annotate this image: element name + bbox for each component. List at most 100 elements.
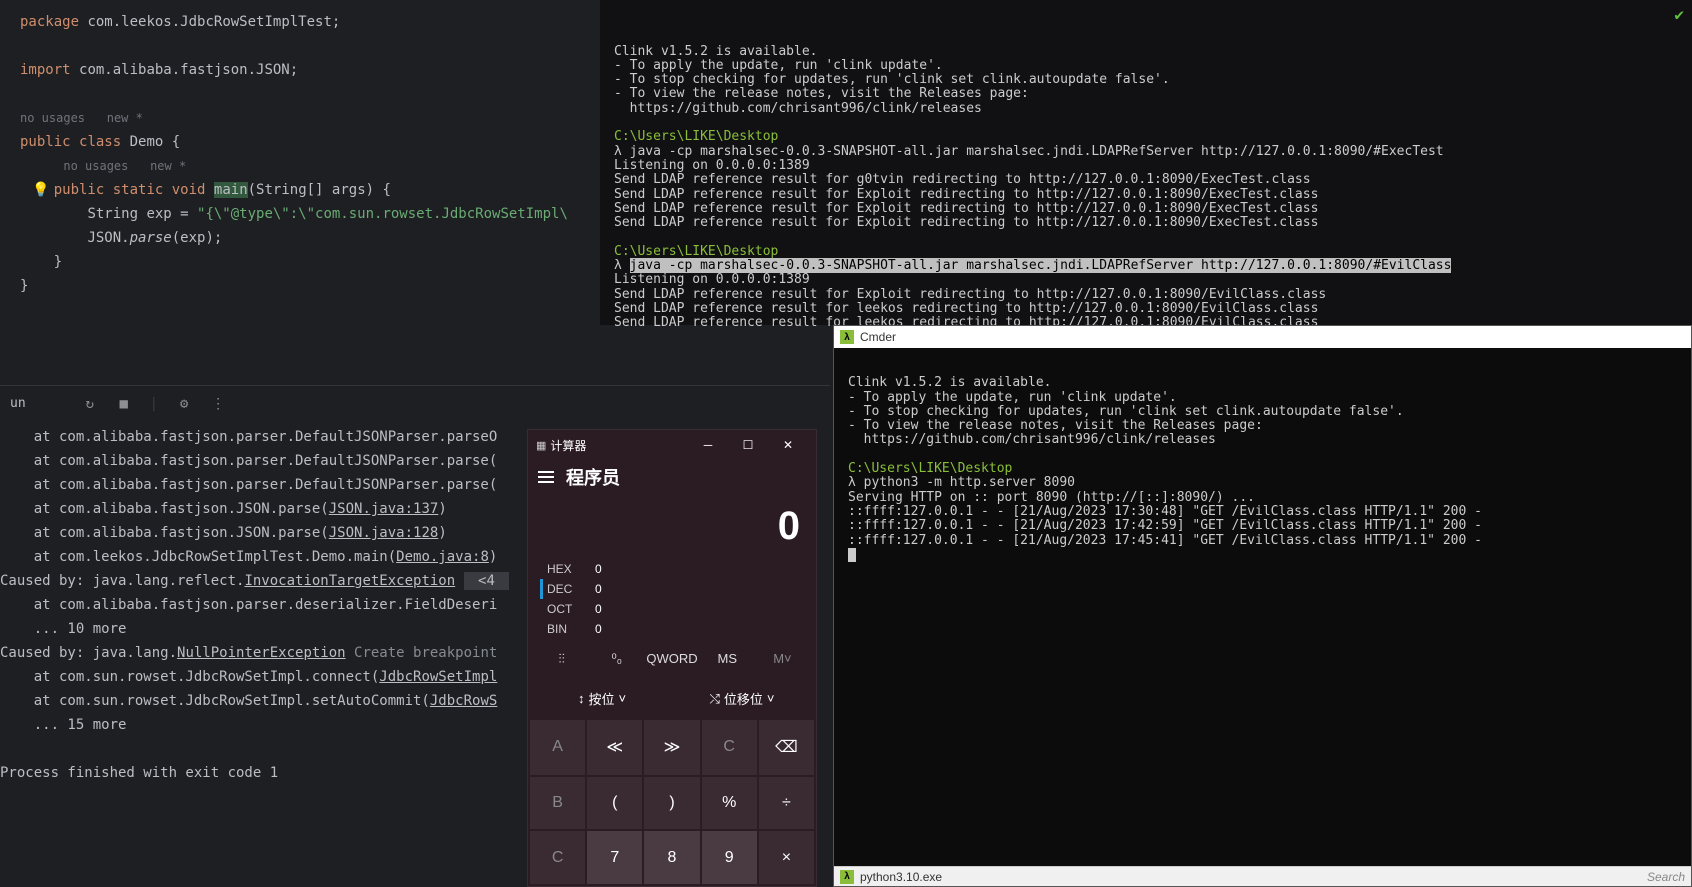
calc-key-([interactable]: (: [587, 777, 642, 830]
term-output: Listening on 0.0.0.0:1389: [614, 272, 810, 287]
settings-icon[interactable]: ⚙: [176, 396, 192, 412]
bit-toggle-icon[interactable]: ⁰₀: [591, 645, 642, 673]
run-tab-label[interactable]: un: [10, 392, 26, 416]
memory-dropdown-button[interactable]: M˅: [757, 645, 808, 673]
ide-code-editor[interactable]: package com.leekos.JdbcRowSetImplTest; i…: [0, 0, 600, 385]
kw: class: [79, 134, 121, 150]
args: (String[] args) {: [248, 182, 391, 198]
stop-icon[interactable]: ■: [116, 396, 132, 412]
cmder-titlebar[interactable]: λ Cmder: [834, 326, 1691, 348]
radix-label: DEC: [547, 582, 579, 596]
calc-key-≫[interactable]: ≫: [644, 720, 699, 775]
cmder-window: λ Cmder Clink v1.5.2 is available. - To …: [833, 325, 1692, 887]
class-name: Demo: [130, 134, 164, 150]
menu-icon[interactable]: [538, 471, 554, 483]
console-toolbar: un ↻ ■ | ⚙ ⋮: [0, 385, 830, 421]
kw: static: [113, 182, 164, 198]
calc-key-)[interactable]: ): [644, 777, 699, 830]
calc-key-9[interactable]: 9: [702, 831, 757, 884]
lambda-prompt: λ: [614, 258, 630, 273]
bitwise-dropdown[interactable]: ↕ 按位 ˅: [536, 683, 668, 714]
intention-bulb-icon[interactable]: 💡: [32, 178, 49, 202]
fold-badge[interactable]: <4: [464, 572, 510, 590]
calc-key-%[interactable]: %: [702, 777, 757, 830]
calc-titlebar[interactable]: ▦计算器 ─ ☐ ✕: [528, 430, 816, 460]
calc-display: 0: [528, 494, 816, 559]
string-literal: "{\"@type\":\"com.sun.rowset.JdbcRowSetI…: [197, 206, 568, 222]
source-link[interactable]: JdbcRowSetImpl: [379, 669, 497, 685]
term-prompt-path: C:\Users\LIKE\Desktop: [614, 129, 778, 144]
source-link[interactable]: JSON.java:137: [329, 501, 439, 517]
radix-row-bin[interactable]: BIN0: [540, 619, 804, 639]
method-main: main: [214, 182, 248, 198]
decl: String exp =: [87, 206, 197, 222]
term-line: https://github.com/chrisant996/clink/rel…: [614, 101, 982, 116]
term-line: - To stop checking for updates, run 'cli…: [614, 72, 1170, 87]
no-usages-hint: no usages: [63, 159, 128, 173]
keyword-package: package: [20, 14, 79, 30]
term-line: - To stop checking for updates, run 'cli…: [848, 404, 1404, 419]
kw: public: [54, 182, 105, 198]
word-size-button[interactable]: QWORD: [646, 645, 697, 673]
rerun-icon[interactable]: ↻: [82, 396, 98, 412]
cmder-tab-label[interactable]: python3.10.exe: [860, 870, 942, 884]
source-link[interactable]: JdbcRowS: [430, 693, 497, 709]
radix-value: 0: [595, 562, 602, 576]
cmder-statusbar: λ python3.10.exe Search: [834, 866, 1691, 886]
calc-key-⌫[interactable]: ⌫: [759, 720, 814, 775]
term-output: Listening on 0.0.0.0:1389: [614, 158, 810, 173]
more-icon[interactable]: ⋮: [210, 396, 226, 412]
term-line: Clink v1.5.2 is available.: [614, 44, 818, 59]
calc-key-7[interactable]: 7: [587, 831, 642, 884]
radix-label: BIN: [547, 622, 579, 636]
radix-row-oct[interactable]: OCT0: [540, 599, 804, 619]
lbl: 按位: [588, 689, 614, 708]
calc-key-A[interactable]: A: [530, 720, 585, 775]
cmder-terminal[interactable]: Clink v1.5.2 is available. - To apply th…: [834, 348, 1691, 866]
create-breakpoint-hint[interactable]: Create breakpoint: [346, 645, 498, 661]
calculator-window: ▦计算器 ─ ☐ ✕ 程序员 0 HEX0DEC0OCT0BIN0 ⫶⫶ ⁰₀ …: [527, 429, 817, 887]
source-link[interactable]: Demo.java:8: [396, 549, 489, 565]
term-command: λ java -cp marshalsec-0.0.3-SNAPSHOT-all…: [614, 258, 1451, 273]
calc-key-C[interactable]: C: [530, 831, 585, 884]
radix-row-hex[interactable]: HEX 0: [540, 559, 804, 579]
lbl: 位移位: [724, 689, 763, 708]
source-link[interactable]: NullPointerException: [177, 645, 346, 661]
radix-label: HEX: [547, 562, 579, 576]
keypad-icon[interactable]: ⫶⫶: [536, 645, 587, 673]
term-output: ::ffff:127.0.0.1 - - [21/Aug/2023 17:42:…: [848, 518, 1482, 533]
memory-store-button[interactable]: MS: [702, 645, 753, 673]
calc-key-÷[interactable]: ÷: [759, 777, 814, 830]
calc-key-×[interactable]: ×: [759, 831, 814, 884]
radix-value: 0: [595, 582, 602, 596]
brace: }: [54, 254, 62, 270]
radix-label: OCT: [547, 602, 579, 616]
term-prompt-path: C:\Users\LIKE\Desktop: [848, 461, 1012, 476]
term-output: Send LDAP reference result for Exploit r…: [614, 215, 1318, 230]
term-output: Send LDAP reference result for leekos re…: [614, 301, 1318, 316]
calc-key-≪[interactable]: ≪: [587, 720, 642, 775]
calc-key-C[interactable]: C: [702, 720, 757, 775]
term-line: - To apply the update, run 'clink update…: [614, 58, 943, 73]
new-hint: new *: [107, 111, 143, 125]
search-placeholder[interactable]: Search: [1647, 870, 1685, 884]
calc-key-B[interactable]: B: [530, 777, 585, 830]
calc-key-8[interactable]: 8: [644, 831, 699, 884]
package-name: com.leekos.JdbcRowSetImplTest: [87, 14, 331, 30]
radix-row-dec[interactable]: DEC 0: [540, 579, 804, 599]
term-command-highlight: java -cp marshalsec-0.0.3-SNAPSHOT-all.j…: [630, 258, 1452, 273]
source-link[interactable]: JSON.java:128: [329, 525, 439, 541]
terminal-ldap-server[interactable]: ✔ Clink v1.5.2 is available. - To apply …: [600, 0, 1692, 325]
term-line: - To view the release notes, visit the R…: [848, 418, 1263, 433]
term-output: Send LDAP reference result for Exploit r…: [614, 201, 1318, 216]
json-ref: JSON.: [87, 230, 129, 246]
brace: }: [20, 278, 28, 294]
kw: void: [172, 182, 206, 198]
term-command: λ java -cp marshalsec-0.0.3-SNAPSHOT-all…: [614, 144, 1444, 159]
maximize-button[interactable]: ☐: [728, 430, 768, 460]
source-link[interactable]: InvocationTargetException: [244, 573, 455, 589]
minimize-button[interactable]: ─: [688, 430, 728, 460]
close-button[interactable]: ✕: [768, 430, 808, 460]
term-line: https://github.com/chrisant996/clink/rel…: [848, 432, 1216, 447]
bitshift-dropdown[interactable]: ⤭ 位移位 ˅: [676, 683, 808, 714]
